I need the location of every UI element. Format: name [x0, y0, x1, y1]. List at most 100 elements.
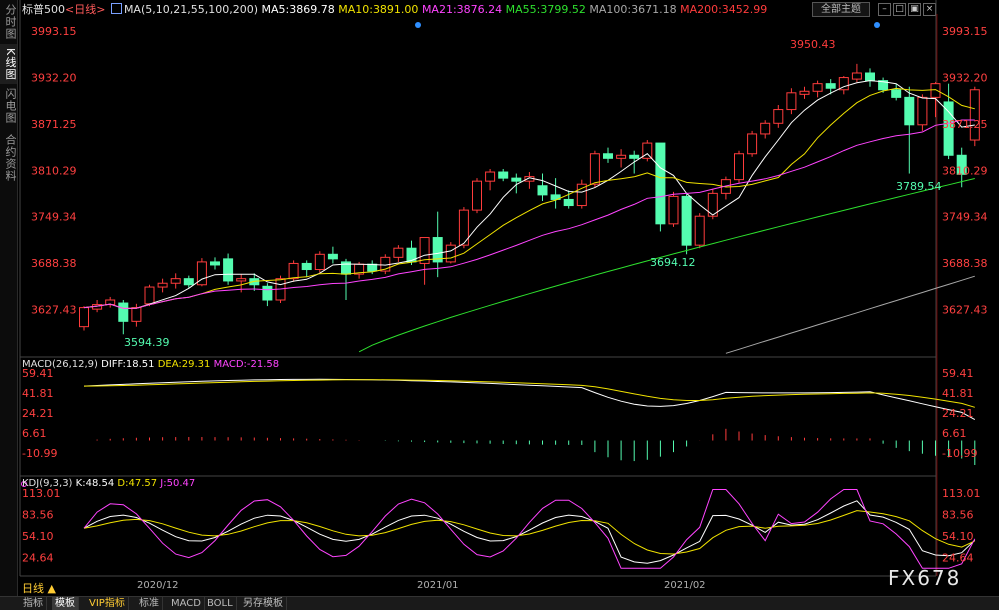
candle-body — [616, 154, 627, 159]
candle-body — [223, 258, 234, 282]
tab-vip-indicators[interactable]: VIP指标 — [86, 597, 129, 610]
kdj-axis-label-left: 24.64 — [22, 552, 54, 565]
kdj-legend: KDJ(9,3,3) K:48.54 D:47.57 J:50.47 — [22, 478, 195, 489]
high-annotation: 3950.43 — [790, 38, 836, 51]
ma5-line — [83, 80, 975, 309]
kdj-axis-label-right: 54.10 — [942, 530, 974, 543]
macd-diff-line — [83, 378, 976, 421]
macd-axis-label-left: 41.81 — [22, 387, 54, 400]
macd-dea: DEA:29.31 — [157, 359, 211, 370]
price-axis-label-left: 3688.38 — [31, 257, 77, 270]
candle-body — [498, 171, 509, 179]
kdj-label: KDJ(9,3,3) — [22, 478, 73, 489]
candle-body — [629, 154, 640, 159]
low-annotation: 3594.39 — [124, 336, 170, 349]
candle-body — [327, 253, 338, 260]
candle-body — [314, 253, 325, 271]
tab-macd[interactable]: MACD — [168, 597, 205, 610]
candle-body — [236, 278, 247, 282]
candle-body — [170, 278, 181, 284]
macd-label: MACD(26,12,9) — [22, 359, 98, 370]
bottom-toolbar: 指标 模板 VIP指标 标准 MACD BOLL 另存模板 — [0, 596, 999, 610]
kdj-k-line — [83, 500, 976, 564]
event-marker — [415, 22, 421, 28]
tab-standard[interactable]: 标准 — [136, 597, 163, 610]
candle-body — [603, 153, 613, 159]
candle-body — [773, 109, 784, 124]
candle-body — [681, 195, 692, 246]
candle-body — [262, 285, 273, 301]
period-indicator[interactable]: 日线 ▲ — [22, 580, 56, 596]
kdj-k: K:48.54 — [75, 478, 115, 489]
kdj-axis-label-right: 83.56 — [942, 509, 974, 522]
candle-body — [406, 247, 417, 263]
candle-body — [183, 278, 194, 286]
candle-body — [118, 302, 129, 322]
kdj-axis-label-left: 113.01 — [22, 487, 61, 500]
candle-body — [891, 89, 902, 98]
tab-indicators[interactable]: 指标 — [20, 597, 47, 610]
macd-axis-label-right: 24.21 — [942, 407, 974, 420]
tab-boll[interactable]: BOLL — [204, 597, 237, 610]
date-axis-label: 2021/01 — [417, 580, 459, 591]
price-axis-label-left: 3810.29 — [31, 164, 77, 177]
macd-axis-label-right: 41.81 — [942, 387, 974, 400]
candle-body — [799, 90, 810, 95]
kdj-axis-label-right: 24.64 — [942, 552, 974, 565]
candle-body — [144, 286, 155, 305]
kdj-axis-label-left: 83.56 — [22, 509, 54, 522]
candle-body — [589, 153, 600, 185]
candle-body — [825, 83, 836, 89]
low-annotation: 3789.54 — [896, 180, 942, 193]
kdj-j-line — [83, 489, 976, 569]
candle-body — [917, 96, 928, 126]
candle-body — [760, 122, 771, 135]
price-axis-label-left: 3932.20 — [31, 71, 77, 84]
price-axis-label-left: 3993.15 — [31, 25, 77, 38]
macd-dea-line — [83, 379, 975, 408]
candle-body — [537, 185, 548, 196]
kline-chart[interactable]: 3993.15 3993.15 3932.20 3932.20 3871.25 3871.… — [0, 0, 999, 596]
watermark-logo: FX678 — [888, 566, 962, 590]
candle-body — [157, 282, 168, 288]
tab-save-template[interactable]: 另存模板 — [240, 597, 287, 610]
kdj-axis-label-right: 113.01 — [942, 487, 981, 500]
candle-body — [485, 171, 496, 182]
tab-templates[interactable]: 模板 — [52, 597, 79, 610]
low-annotation: 3694.12 — [650, 256, 696, 269]
price-axis-label-right: 3932.20 — [942, 71, 988, 84]
candle-body — [131, 307, 142, 322]
candle-body — [472, 180, 482, 211]
kdj-d-line — [83, 510, 976, 555]
macd-axis-label-left: -10.99 — [22, 447, 57, 460]
price-axis-label-left: 3749.34 — [31, 211, 77, 224]
candle-body — [865, 72, 875, 82]
candle-body — [511, 177, 522, 182]
date-axis-label: 2021/02 — [664, 580, 706, 591]
macd-legend: MACD(26,12,9) DIFF:18.51 DEA:29.31 MACD:… — [22, 359, 279, 370]
candle-body — [969, 89, 980, 141]
candle-body — [786, 92, 797, 111]
macd-axis-label-left: 24.21 — [22, 407, 54, 420]
price-axis-label-left: 3627.43 — [31, 304, 77, 317]
ma21-line — [83, 119, 975, 309]
macd-axis-label-left: 6.61 — [22, 427, 47, 440]
candle-body — [930, 83, 941, 98]
candle-body — [79, 307, 89, 328]
price-axis-label-right: 3688.38 — [942, 257, 988, 270]
kdj-axis-label-left: 54.10 — [22, 530, 54, 543]
price-axis-label-right: 3810.29 — [942, 164, 988, 177]
price-axis-label-right: 3749.34 — [942, 211, 988, 224]
price-axis-label-right: 3871.25 — [942, 118, 988, 131]
candle-body — [367, 263, 378, 272]
candle-body — [210, 261, 220, 266]
candle-body — [288, 262, 299, 280]
candle-body — [747, 133, 758, 155]
candle-body — [734, 153, 744, 181]
candle-body — [904, 96, 915, 126]
candle-body — [445, 244, 456, 263]
price-axis-label-right: 3993.15 — [942, 25, 988, 38]
kdj-j: J:50.47 — [160, 478, 196, 489]
candle-body — [393, 247, 404, 258]
candle-body — [301, 262, 312, 271]
